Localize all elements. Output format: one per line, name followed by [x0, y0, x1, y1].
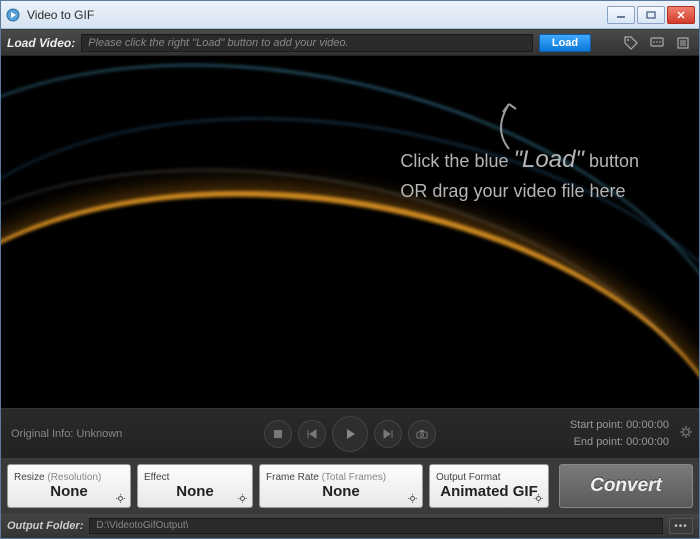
browse-folder-button[interactable]: ••• — [669, 518, 693, 534]
load-label: Load Video: — [7, 36, 75, 50]
output-folder-path[interactable]: D:\VideotoGifOutput\ — [89, 518, 663, 534]
settings-row: Resize (Resolution) None Effect None Fra… — [1, 458, 699, 514]
video-preview-area[interactable]: Click the blue "Load" button OR drag you… — [1, 56, 699, 408]
effect-card[interactable]: Effect None — [137, 464, 253, 508]
output-row: Output Folder: D:\VideotoGifOutput\ ••• — [1, 514, 699, 538]
end-point-value: 00:00:00 — [626, 436, 669, 448]
output-folder-label: Output Folder: — [7, 520, 83, 532]
app-body: Load Video: Please click the right "Load… — [1, 29, 699, 538]
tag-icon[interactable] — [621, 34, 641, 52]
player-row: Original Info: Unknown Start point: 00:0… — [1, 408, 699, 458]
maximize-button[interactable] — [637, 6, 665, 24]
play-button[interactable] — [332, 416, 368, 452]
gear-icon — [237, 493, 248, 504]
load-bar: Load Video: Please click the right "Load… — [1, 30, 699, 56]
original-info-label: Original Info: Unknown — [11, 428, 122, 440]
player-controls — [264, 416, 436, 452]
time-points: Start point: 00:00:00 End point: 00:00:0… — [570, 417, 669, 450]
app-icon — [5, 7, 21, 23]
gear-icon — [115, 493, 126, 504]
gear-icon — [407, 493, 418, 504]
message-icon[interactable] — [647, 34, 667, 52]
convert-button[interactable]: Convert — [559, 464, 693, 508]
window-buttons — [607, 6, 695, 24]
app-window: Video to GIF Load Video: Please click th… — [0, 0, 700, 539]
start-point-value: 00:00:00 — [626, 419, 669, 431]
close-button[interactable] — [667, 6, 695, 24]
titlebar[interactable]: Video to GIF — [1, 1, 699, 29]
start-point-label: Start point: — [570, 419, 623, 431]
prev-frame-button[interactable] — [298, 420, 326, 448]
minimize-button[interactable] — [607, 6, 635, 24]
video-path-input[interactable]: Please click the right "Load" button to … — [81, 34, 533, 52]
time-settings-icon[interactable] — [679, 425, 693, 439]
output-format-card[interactable]: Output Format Animated GIF — [429, 464, 549, 508]
next-frame-button[interactable] — [374, 420, 402, 448]
load-button[interactable]: Load — [539, 34, 591, 52]
snapshot-button[interactable] — [408, 420, 436, 448]
resize-card[interactable]: Resize (Resolution) None — [7, 464, 131, 508]
end-point-label: End point: — [574, 436, 624, 448]
menu-icon[interactable] — [673, 34, 693, 52]
framerate-card[interactable]: Frame Rate (Total Frames) None — [259, 464, 423, 508]
drop-hint-text: Click the blue "Load" button OR drag you… — [400, 142, 639, 205]
window-title: Video to GIF — [27, 8, 607, 22]
gear-icon — [533, 493, 544, 504]
stop-button[interactable] — [264, 420, 292, 448]
